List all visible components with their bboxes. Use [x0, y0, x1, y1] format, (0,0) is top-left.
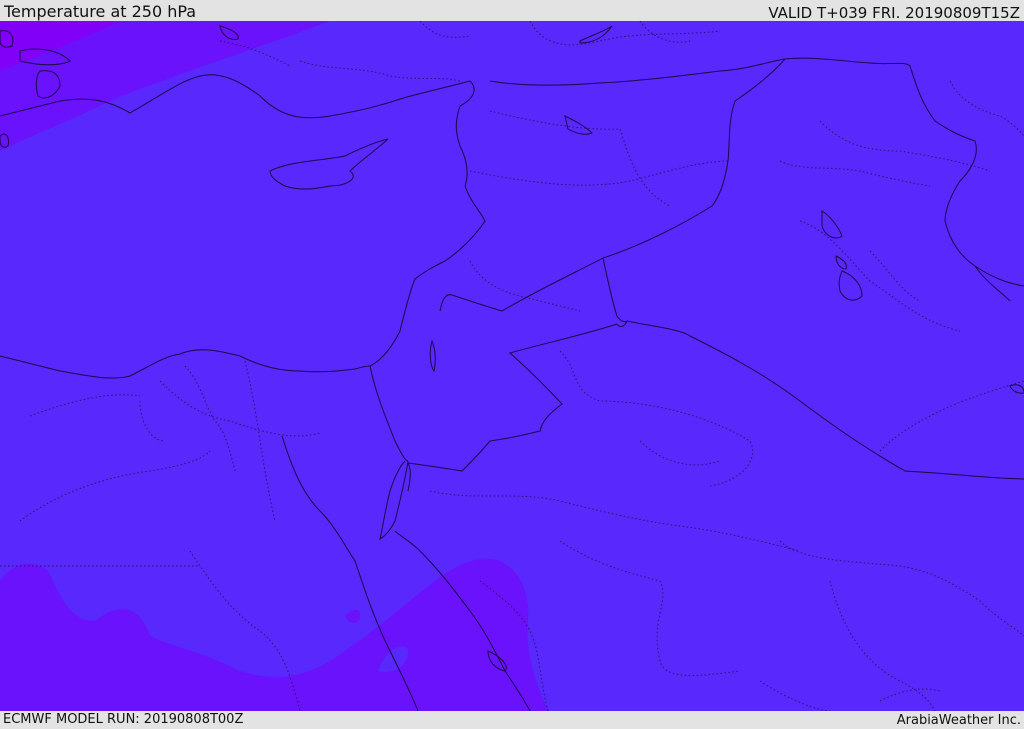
- weather-map-frame: Temperature at 250 hPa VALID T+039 FRI. …: [0, 0, 1024, 729]
- map-title: Temperature at 250 hPa: [4, 2, 197, 21]
- model-run-label: ECMWF MODEL RUN: 20190808T00Z: [3, 712, 244, 727]
- temperature-map: [0, 21, 1024, 711]
- valid-time-label: VALID T+039 FRI. 20190809T15Z: [768, 4, 1020, 22]
- footer-bar: ECMWF MODEL RUN: 20190808T00Z ArabiaWeat…: [0, 711, 1024, 729]
- header-bar: Temperature at 250 hPa VALID T+039 FRI. …: [0, 0, 1024, 22]
- credit-label: ArabiaWeather Inc.: [896, 713, 1021, 728]
